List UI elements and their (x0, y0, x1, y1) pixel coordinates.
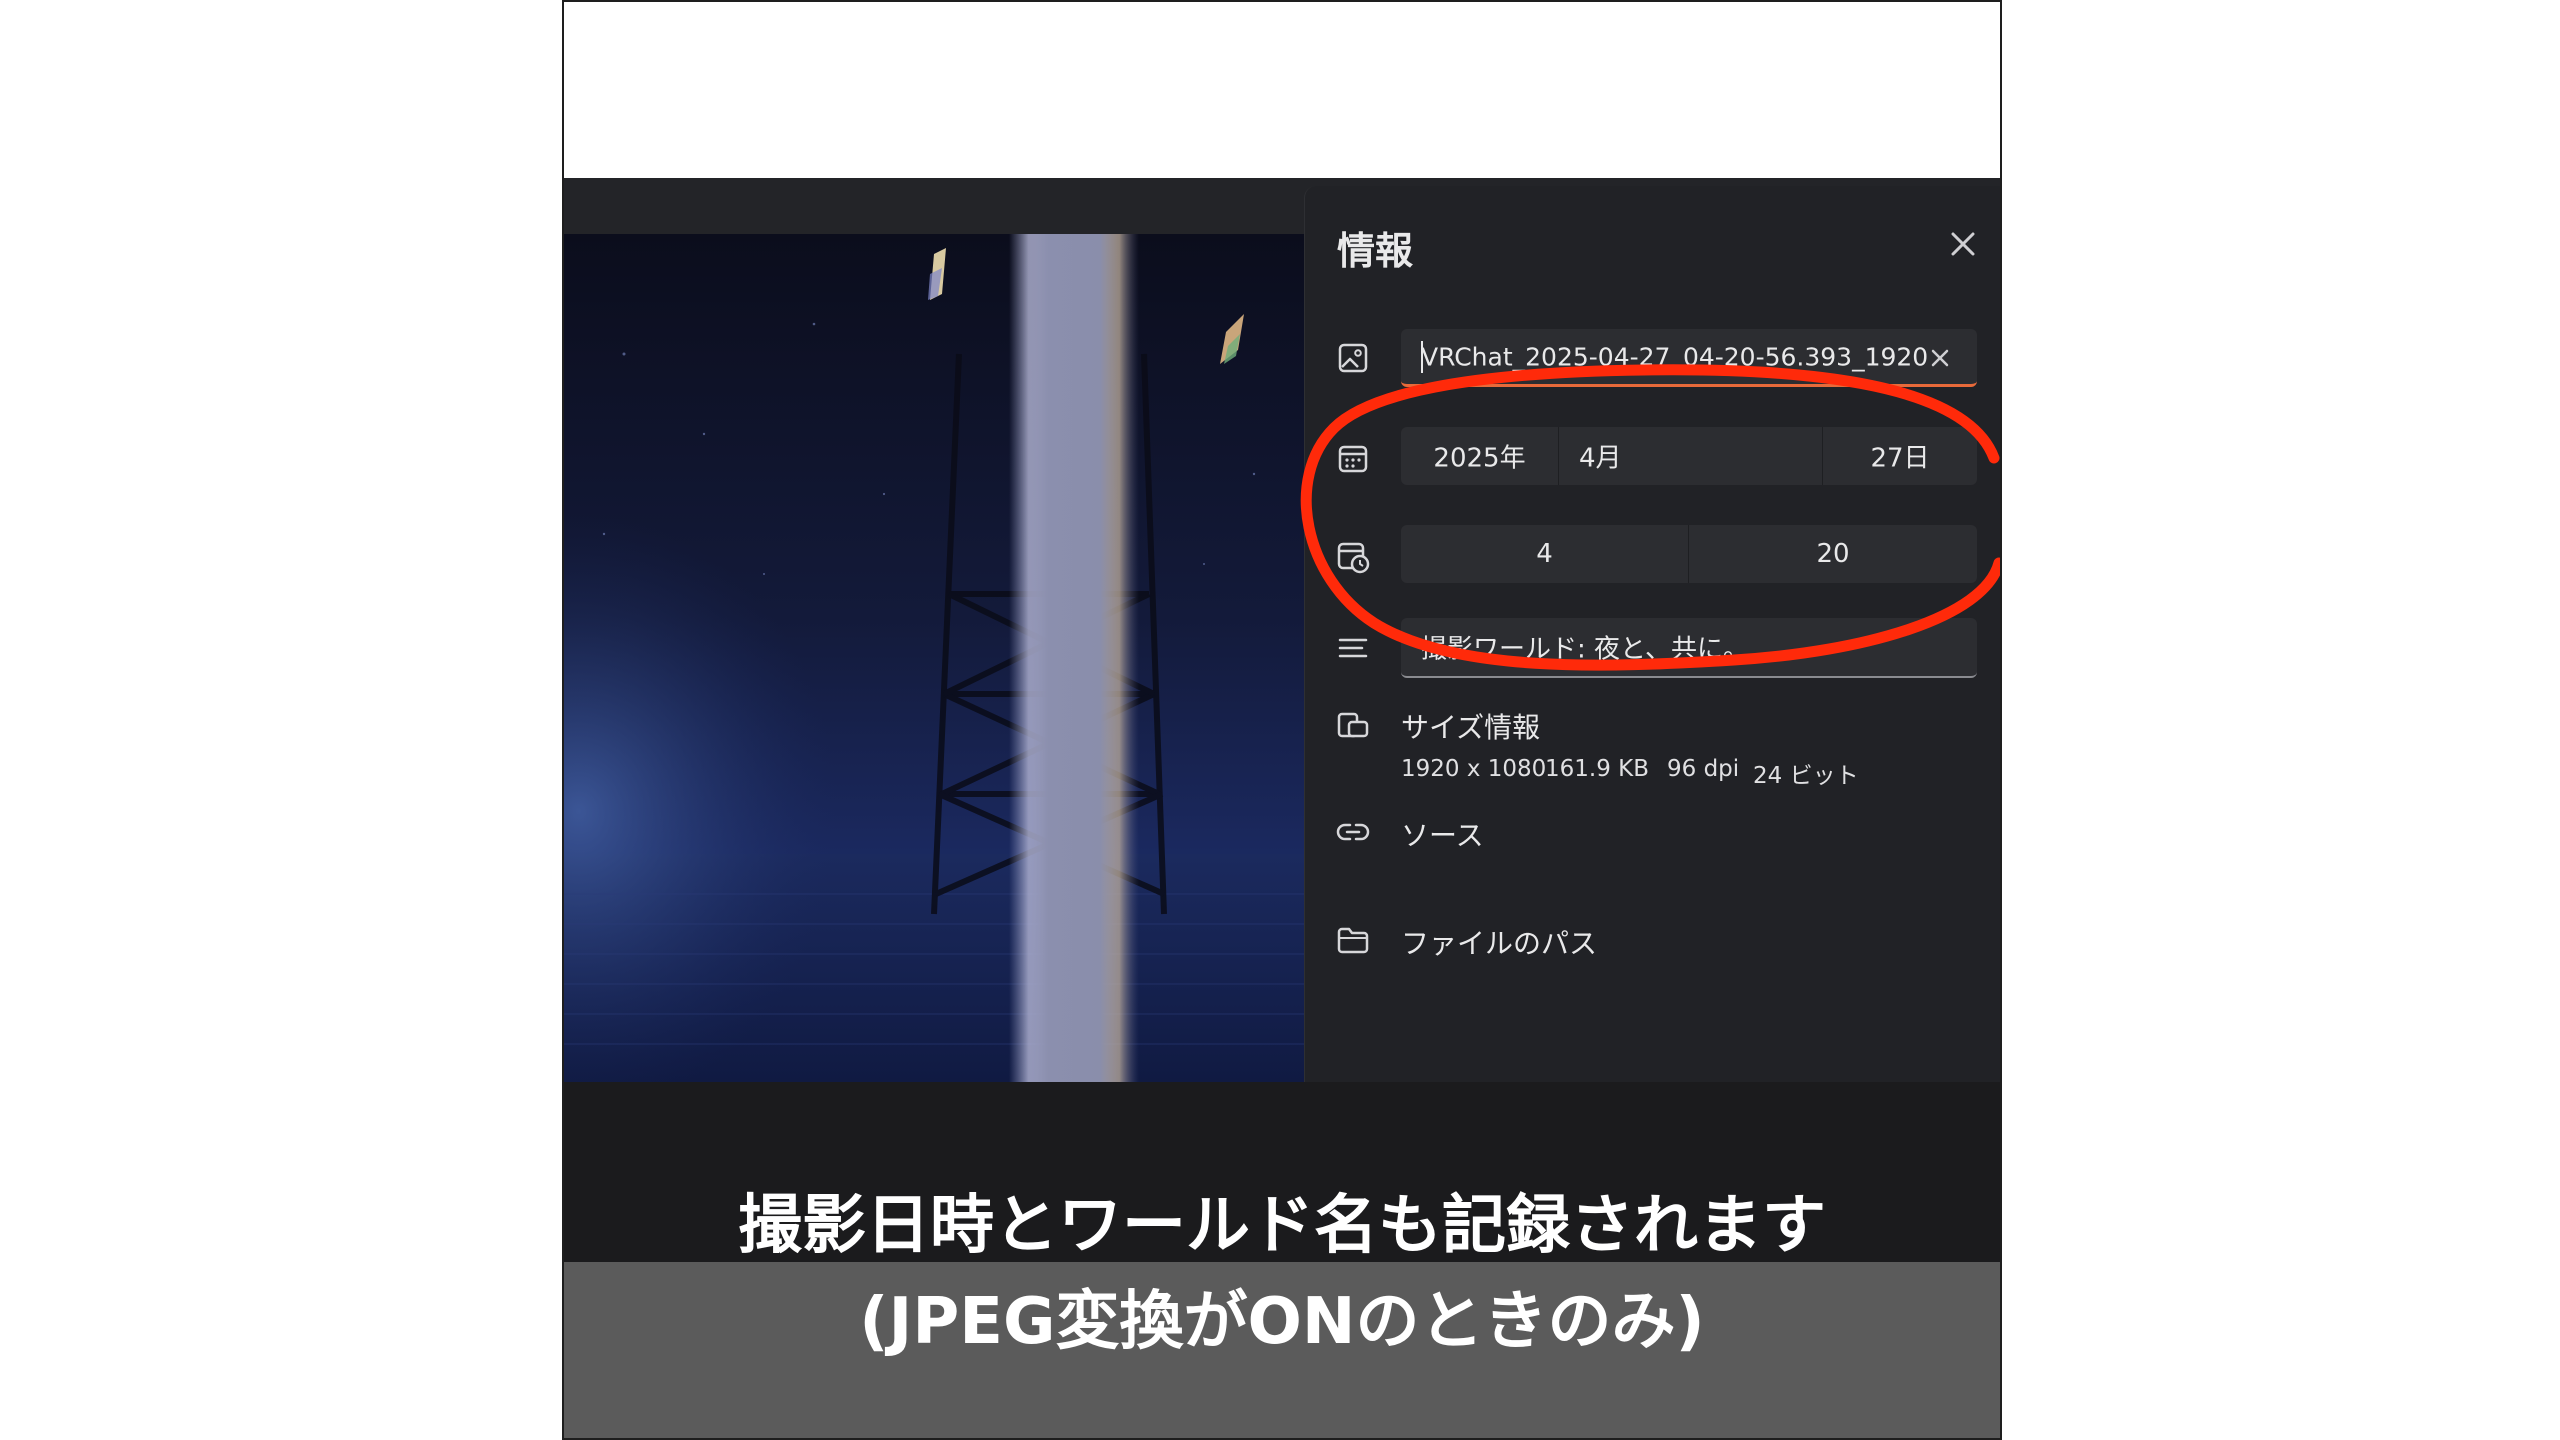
bit-depth-value: 24 ビット (1753, 763, 1859, 789)
top-whitespace (564, 2, 2000, 178)
size-info-label: サイズ情報 (1401, 711, 1541, 744)
file-size-value: 161.9 KB (1545, 756, 1650, 782)
screenshot-frame: 情報 VRChat_2025-04-27_04-20-56.393_1920 2… (562, 0, 2002, 1440)
photo-preview (564, 234, 1304, 1083)
source-link[interactable]: ソース (1401, 814, 1484, 854)
file-path-link[interactable]: ファイルのパス (1401, 922, 1597, 962)
caption-line-2: (JPEG変換がONのときのみ) (859, 1285, 1705, 1359)
annotation-circle (1300, 364, 2000, 671)
close-icon[interactable] (1945, 226, 1981, 262)
photos-app-window: 情報 VRChat_2025-04-27_04-20-56.393_1920 2… (564, 178, 2000, 1083)
panel-title: 情報 (1337, 229, 1414, 273)
link-icon (1336, 823, 1370, 841)
folder-icon (1337, 927, 1369, 954)
caption-line-1: 撮影日時とワールド名も記録されます (738, 1189, 1826, 1263)
dpi-value: 96 dpi (1667, 756, 1740, 782)
size-icon (1337, 712, 1369, 738)
night-scene-image (564, 234, 1304, 1083)
resolution-value: 1920 x 1080 (1401, 756, 1547, 782)
